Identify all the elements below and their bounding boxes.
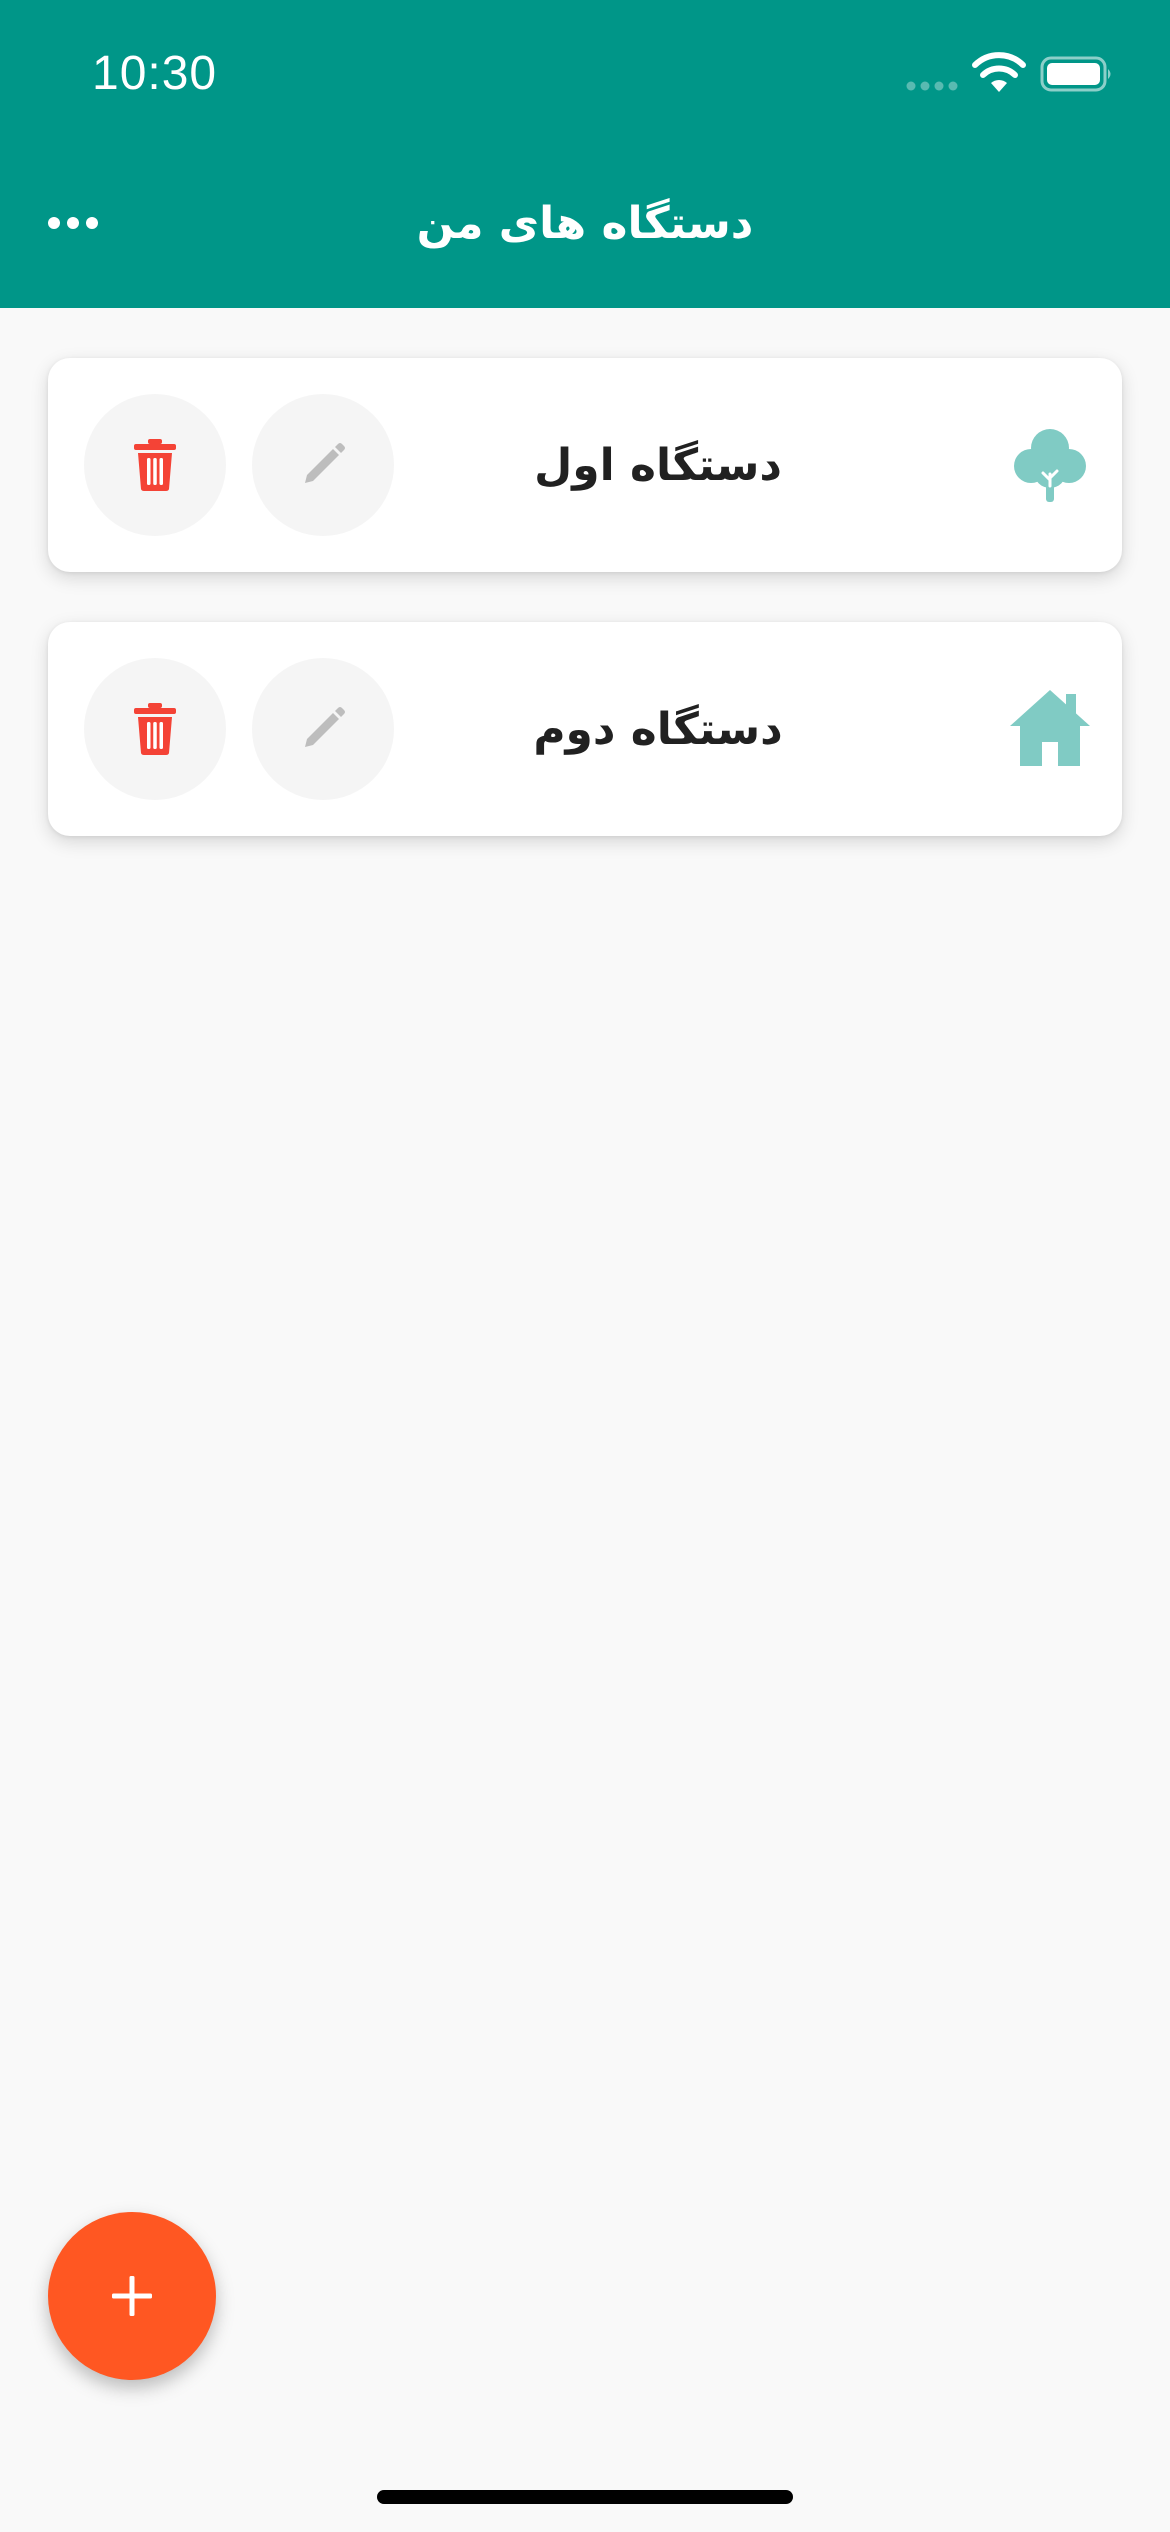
edit-device-button[interactable] xyxy=(252,394,394,536)
trash-icon xyxy=(134,439,176,491)
trash-icon xyxy=(134,703,176,755)
home-indicator[interactable] xyxy=(377,2490,793,2504)
plus-icon xyxy=(112,2276,152,2316)
app-bar: 10:30 دستگاه های من xyxy=(0,0,1170,308)
delete-device-button[interactable] xyxy=(84,658,226,800)
delete-device-button[interactable] xyxy=(84,394,226,536)
battery-icon xyxy=(1040,56,1111,92)
more-horizontal-icon xyxy=(48,217,98,229)
cellular-signal-icon xyxy=(906,81,958,91)
status-time: 10:30 xyxy=(92,47,218,100)
pencil-icon xyxy=(305,707,345,747)
device-card[interactable]: دستگاه دوم xyxy=(48,622,1122,836)
tree-icon xyxy=(1014,429,1086,502)
edit-device-button[interactable] xyxy=(252,658,394,800)
more-options-button[interactable] xyxy=(40,190,106,256)
wifi-icon xyxy=(972,52,1026,92)
home-icon xyxy=(1010,690,1090,766)
page-title: دستگاه های من xyxy=(416,197,754,249)
device-card[interactable]: دستگاه اول xyxy=(48,358,1122,572)
add-device-button[interactable] xyxy=(48,2212,216,2380)
pencil-icon xyxy=(305,443,345,483)
device-name: دستگاه دوم xyxy=(533,703,783,755)
device-name: دستگاه اول xyxy=(534,439,782,491)
